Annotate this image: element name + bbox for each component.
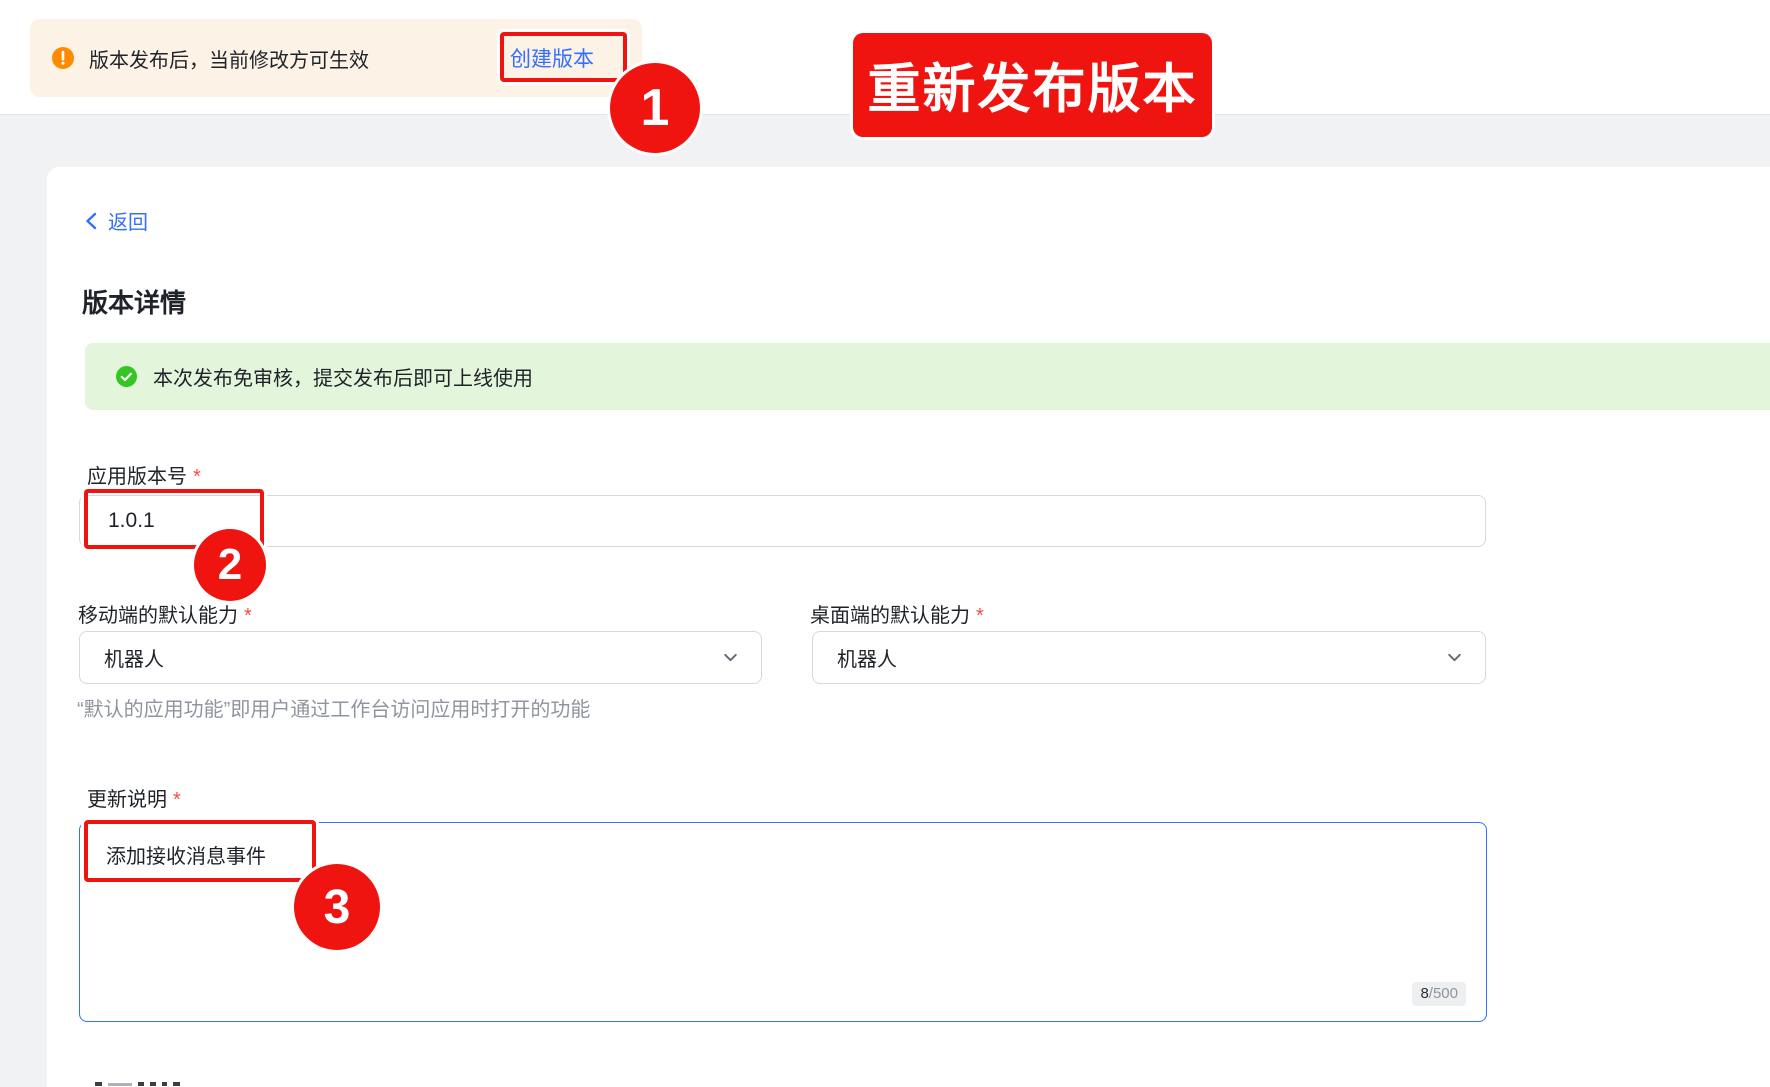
back-link[interactable]: 返回 bbox=[84, 206, 148, 235]
back-label: 返回 bbox=[108, 206, 148, 235]
success-text: 本次发布免审核，提交发布后即可上线使用 bbox=[153, 362, 533, 391]
success-banner: 本次发布免审核，提交发布后即可上线使用 bbox=[85, 343, 1770, 410]
mobile-capability-label: 移动端的默认能力* bbox=[78, 599, 252, 628]
char-counter: 8/500 bbox=[1412, 982, 1466, 1006]
char-count-current: 8 bbox=[1420, 985, 1428, 1002]
warning-icon bbox=[52, 47, 74, 69]
annotation-step-2: 2 bbox=[194, 529, 266, 601]
annotation-box-update-note bbox=[84, 820, 316, 882]
required-asterisk: * bbox=[976, 605, 984, 627]
annotation-box-create-version bbox=[500, 32, 627, 82]
annotation-headline: 重新发布版本 bbox=[853, 33, 1212, 137]
char-count-max: /500 bbox=[1429, 985, 1458, 1002]
clipped-next-field-label bbox=[95, 1082, 180, 1087]
version-input[interactable] bbox=[79, 495, 1486, 547]
capability-hint: “默认的应用功能”即用户通过工作台访问应用时打开的功能 bbox=[77, 693, 590, 722]
notice-text: 版本发布后，当前修改方可生效 bbox=[89, 44, 369, 73]
required-asterisk: * bbox=[244, 605, 252, 627]
desktop-capability-value: 机器人 bbox=[837, 643, 897, 672]
mobile-capability-value: 机器人 bbox=[104, 643, 164, 672]
desktop-capability-select[interactable]: 机器人 bbox=[812, 631, 1486, 684]
required-asterisk: * bbox=[193, 466, 201, 488]
screen: 版本发布后，当前修改方可生效 创建版本 返回 版本详情 本次发布免审核，提交发布… bbox=[0, 0, 1770, 1087]
annotation-step-1: 1 bbox=[610, 63, 700, 153]
desktop-capability-label: 桌面端的默认能力* bbox=[810, 599, 984, 628]
update-note-label: 更新说明* bbox=[87, 783, 181, 812]
chevron-left-icon bbox=[84, 212, 99, 230]
required-asterisk: * bbox=[173, 789, 181, 811]
page-title: 版本详情 bbox=[82, 283, 186, 320]
mobile-capability-select[interactable]: 机器人 bbox=[79, 631, 762, 684]
check-circle-icon bbox=[116, 366, 137, 387]
chevron-down-icon bbox=[1446, 649, 1463, 666]
chevron-down-icon bbox=[722, 649, 739, 666]
annotation-step-3: 3 bbox=[294, 864, 380, 950]
version-label: 应用版本号* bbox=[87, 460, 201, 489]
